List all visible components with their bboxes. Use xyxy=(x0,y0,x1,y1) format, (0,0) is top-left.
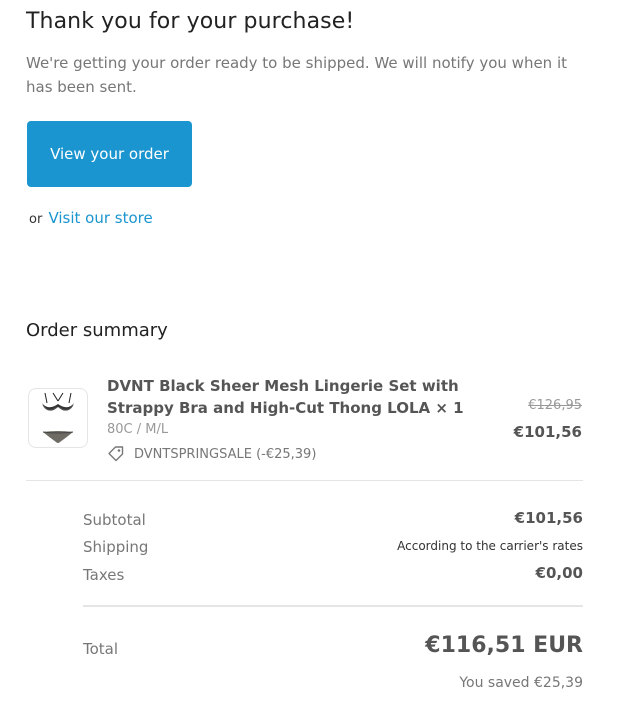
item-price: €101,56 xyxy=(513,423,582,441)
store-link-row: or Visit our store xyxy=(29,209,153,227)
product-variant: 80C / M/L xyxy=(107,422,169,437)
savings-text: You saved €25,39 xyxy=(459,675,583,691)
total-label: Total xyxy=(83,640,119,658)
shipping-value: According to the carrier's rates xyxy=(397,539,583,553)
divider xyxy=(83,605,583,607)
taxes-value: €0,00 xyxy=(535,564,583,582)
discount-label: DVNTSPRINGSALE (-€25,39) xyxy=(134,446,317,462)
order-summary-heading: Order summary xyxy=(26,320,168,341)
page-title: Thank you for your purchase! xyxy=(26,9,355,34)
view-order-button[interactable]: View your order xyxy=(27,121,192,187)
discount-code: DVNTSPRINGSALE (-€25,39) xyxy=(107,445,316,463)
total-value: €116,51 EUR xyxy=(425,633,583,658)
visit-store-link[interactable]: Visit our store xyxy=(48,209,152,227)
lingerie-thumbnail-icon xyxy=(42,392,74,443)
product-image xyxy=(28,388,88,448)
subtotal-value: €101,56 xyxy=(514,509,583,527)
or-text: or xyxy=(29,212,43,227)
taxes-label: Taxes xyxy=(83,566,125,584)
intro-text: We're getting your order ready to be shi… xyxy=(26,54,568,96)
subtotal-label: Subtotal xyxy=(83,511,146,529)
divider xyxy=(26,480,583,481)
shipping-label: Shipping xyxy=(83,538,149,556)
original-price: €126,95 xyxy=(528,398,582,413)
tag-icon xyxy=(108,446,124,462)
product-name: DVNT Black Sheer Mesh Lingerie Set with … xyxy=(107,377,464,417)
